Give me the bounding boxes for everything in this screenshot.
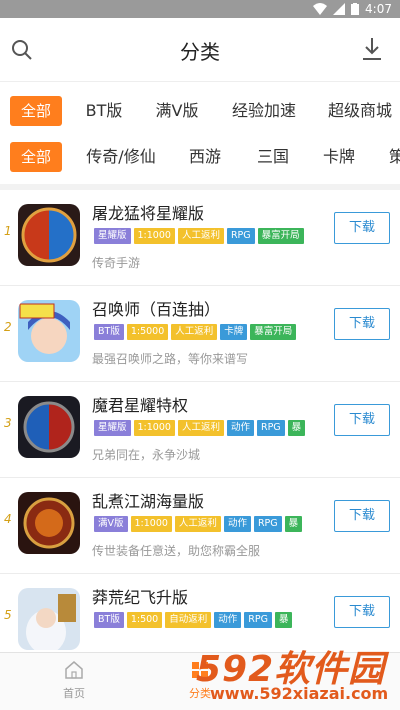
version-filter-row: 全部 BT版 满V版 经验加速 超级商城	[0, 92, 400, 132]
tag: 星耀版	[94, 420, 131, 436]
game-icon	[18, 588, 80, 650]
rank-number: 2	[4, 320, 12, 334]
tab-version-exp-boost[interactable]: 经验加速	[226, 96, 302, 126]
tag: RPG	[256, 420, 285, 436]
download-button[interactable]: 下载	[334, 308, 390, 340]
tag: 人工返利	[177, 228, 224, 244]
game-item[interactable]: 2 召唤师（百连抽） BT版 1:5000 人工返利 卡牌 暴富开局 最强召唤师之路，等…	[0, 286, 400, 382]
tag: BT版	[94, 612, 124, 628]
tag: 满V版	[94, 516, 128, 532]
tab-version-all[interactable]: 全部	[10, 96, 62, 126]
tag: 人工返利	[174, 516, 221, 532]
download-icon	[363, 38, 381, 60]
tab-version-super-mall[interactable]: 超级商城	[322, 96, 398, 126]
rank-number: 1	[4, 224, 12, 238]
nav-home-label: 首页	[63, 687, 85, 700]
tag: 暴	[274, 612, 293, 628]
game-name: 魔君星耀特权	[92, 396, 189, 415]
game-icon	[18, 396, 80, 458]
rank-number: 3	[4, 416, 12, 430]
tag-list: 满V版 1:1000 人工返利 动作 RPG 暴	[94, 516, 322, 536]
tag: 1:1000	[133, 228, 175, 244]
tag: 暴富开局	[250, 324, 297, 340]
download-button[interactable]: 下载	[334, 596, 390, 628]
game-name: 屠龙猛将星耀版	[92, 204, 205, 223]
tag: 1:5000	[126, 324, 169, 340]
watermark-url: www.592xiazai.com	[210, 684, 389, 703]
home-icon	[65, 661, 83, 679]
tag: 暴	[284, 516, 303, 532]
download-manager-button[interactable]	[360, 36, 384, 62]
tab-version-bt[interactable]: BT版	[78, 96, 130, 126]
tag-list: 星耀版 1:1000 人工返利 RPG 暴富开局	[94, 228, 322, 248]
tag: 动作	[226, 420, 254, 436]
signal-icon	[333, 3, 346, 15]
tab-genre-sanguo[interactable]: 三国	[250, 142, 296, 172]
game-description: 兄弟同在，永争沙城	[92, 448, 201, 462]
tag-list: BT版 1:500 自动返利 动作 RPG 暴	[94, 612, 322, 632]
tag: 动作	[214, 612, 242, 628]
download-button[interactable]: 下载	[334, 212, 390, 244]
tab-genre-all[interactable]: 全部	[10, 142, 62, 172]
game-description: 传奇手游	[92, 256, 141, 270]
tag: BT版	[94, 324, 124, 340]
tag: 动作	[223, 516, 251, 532]
tag: 卡牌	[220, 324, 248, 340]
header: 分类	[0, 18, 400, 82]
game-item[interactable]: 3 魔君星耀特权 星耀版 1:1000 人工返利 动作 RPG 暴 兄弟同在，永争沙城 下…	[0, 382, 400, 478]
tag: RPG	[244, 612, 272, 628]
nav-home[interactable]: 首页	[44, 659, 104, 701]
tab-version-full-v[interactable]: 满V版	[148, 96, 206, 126]
tag: 人工返利	[171, 324, 218, 340]
tag: 暴	[287, 420, 306, 436]
tag: 暴富开局	[257, 228, 304, 244]
status-time: 4:07	[365, 2, 392, 16]
tag-list: 星耀版 1:1000 人工返利 动作 RPG 暴	[94, 420, 322, 440]
tab-genre-xiyou[interactable]: 西游	[182, 142, 228, 172]
rank-number: 5	[4, 608, 12, 622]
game-description: 最强召唤师之路，等你来谱写	[92, 352, 249, 366]
tag: 自动返利	[165, 612, 212, 628]
tab-genre-card[interactable]: 卡牌	[316, 142, 362, 172]
wifi-icon	[313, 3, 328, 15]
genre-filter-row: 全部 传奇/修仙 西游 三国 卡牌 策	[0, 138, 400, 178]
game-description: 传世装备任意送，助您称霸全服	[92, 544, 261, 558]
tag: 1:500	[126, 612, 163, 628]
tab-genre-strategy[interactable]: 策	[382, 142, 400, 172]
tag: 星耀版	[94, 228, 131, 244]
status-icons: 4:07	[313, 2, 392, 16]
download-button[interactable]: 下载	[334, 404, 390, 436]
tag: RPG	[253, 516, 282, 532]
game-item[interactable]: 4 乱煮江湖海量版 满V版 1:1000 人工返利 动作 RPG 暴 传世装备任意送，助您…	[0, 478, 400, 574]
tag: 1:1000	[130, 516, 172, 532]
game-icon	[18, 492, 80, 554]
battery-icon	[351, 3, 360, 15]
game-name: 乱煮江湖海量版	[92, 492, 205, 511]
tag-list: BT版 1:5000 人工返利 卡牌 暴富开局	[94, 324, 322, 344]
rank-number: 4	[4, 512, 12, 526]
tag: 人工返利	[177, 420, 224, 436]
game-name: 召唤师（百连抽）	[92, 300, 221, 319]
tag: 1:1000	[133, 420, 175, 436]
page-title: 分类	[180, 40, 220, 64]
tag: RPG	[226, 228, 255, 244]
game-icon	[18, 204, 80, 266]
download-button[interactable]: 下载	[334, 500, 390, 532]
status-bar: 4:07	[0, 0, 400, 18]
watermark: 592软件园 www.592xiazai.com	[190, 640, 400, 710]
tab-genre-legend[interactable]: 传奇/修仙	[80, 142, 162, 172]
game-name: 莽荒纪飞升版	[92, 588, 189, 607]
game-item[interactable]: 1 屠龙猛将星耀版 星耀版 1:1000 人工返利 RPG 暴富开局 传奇手游 下载	[0, 190, 400, 286]
game-icon	[18, 300, 80, 362]
